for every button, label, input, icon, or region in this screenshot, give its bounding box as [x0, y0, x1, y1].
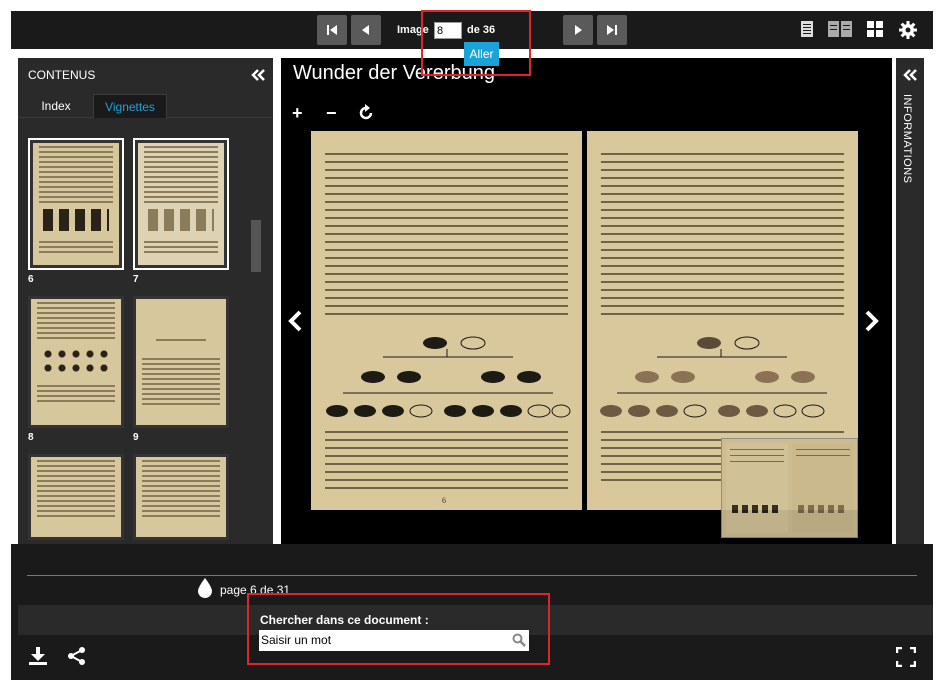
collapse-left-icon[interactable]: [250, 68, 266, 82]
thumbnail-number: 7: [133, 274, 139, 285]
thumbnail-page-8[interactable]: [28, 296, 124, 428]
download-icon[interactable]: [28, 646, 48, 666]
image-label: Image: [397, 24, 429, 36]
navigator-minimap[interactable]: [721, 438, 858, 538]
thumbnail-image: [136, 457, 226, 537]
document-viewer: Image de 36: [0, 0, 945, 689]
search-label: Chercher dans ce document :: [260, 613, 429, 627]
thumbnail-number: 9: [133, 432, 139, 443]
next-page-button[interactable]: [563, 15, 593, 45]
rotate-icon[interactable]: [357, 104, 375, 122]
page-progress-track[interactable]: [27, 575, 917, 576]
tab-vignettes[interactable]: Vignettes: [93, 94, 167, 118]
thumbnail-page-11[interactable]: [133, 454, 229, 540]
thumbnail-image: [31, 299, 121, 425]
thumbnail-image: [136, 299, 226, 425]
image-total: de 36: [467, 24, 496, 36]
last-page-button[interactable]: [597, 15, 627, 45]
thumbnail-page-7[interactable]: [133, 138, 229, 270]
search-box[interactable]: [259, 630, 529, 651]
search-icon[interactable]: [512, 633, 526, 647]
search-input[interactable]: [261, 633, 501, 647]
page-slider-handle-icon[interactable]: [196, 577, 214, 599]
previous-page-icon: [362, 25, 369, 35]
last-page-icon: [607, 25, 617, 35]
zoom-out-button[interactable]: −: [326, 103, 337, 124]
first-page-button[interactable]: [317, 15, 347, 45]
tab-index[interactable]: Index: [24, 94, 88, 118]
zoom-in-button[interactable]: +: [292, 103, 303, 124]
heredity-diagram-left: [326, 336, 571, 418]
page-left[interactable]: 6: [311, 131, 582, 510]
image-number-input[interactable]: [434, 22, 462, 39]
next-spread-icon[interactable]: [864, 310, 880, 332]
thumbnail-image: [31, 457, 121, 537]
informations-label: INFORMATIONS: [901, 94, 913, 184]
page-indicator: page 6 de 31: [220, 583, 291, 597]
thumbnail-number: 8: [28, 432, 34, 443]
grid-view-icon[interactable]: [866, 20, 884, 38]
previous-page-button[interactable]: [351, 15, 381, 45]
contents-panel: CONTENUS Index Vignettes 6 7 8 9: [18, 58, 273, 544]
thumbnail-page-10[interactable]: [28, 454, 124, 540]
contents-tabs: Index Vignettes: [18, 94, 273, 118]
page-number-left: 6: [442, 496, 446, 505]
settings-gear-icon[interactable]: [898, 20, 918, 40]
double-page-icon[interactable]: [827, 20, 853, 38]
thumbnail-image: [138, 143, 224, 265]
informations-panel[interactable]: INFORMATIONS: [896, 58, 924, 544]
thumbnail-image: [33, 143, 119, 265]
share-icon[interactable]: [67, 646, 87, 666]
go-button[interactable]: Aller: [464, 42, 499, 66]
first-page-icon: [327, 25, 337, 35]
single-page-icon[interactable]: [800, 20, 814, 38]
thumbnail-page-6[interactable]: [28, 138, 124, 270]
next-page-icon: [575, 25, 582, 35]
heredity-diagram-right: [600, 336, 827, 418]
contents-title: CONTENUS: [28, 68, 96, 82]
expand-info-icon[interactable]: [902, 68, 918, 82]
fullscreen-icon[interactable]: [896, 647, 916, 667]
thumbnail-scrollbar[interactable]: [251, 220, 261, 272]
thumbnail-page-9[interactable]: [133, 296, 229, 428]
previous-spread-icon[interactable]: [287, 310, 303, 332]
thumbnail-number: 6: [28, 274, 34, 285]
